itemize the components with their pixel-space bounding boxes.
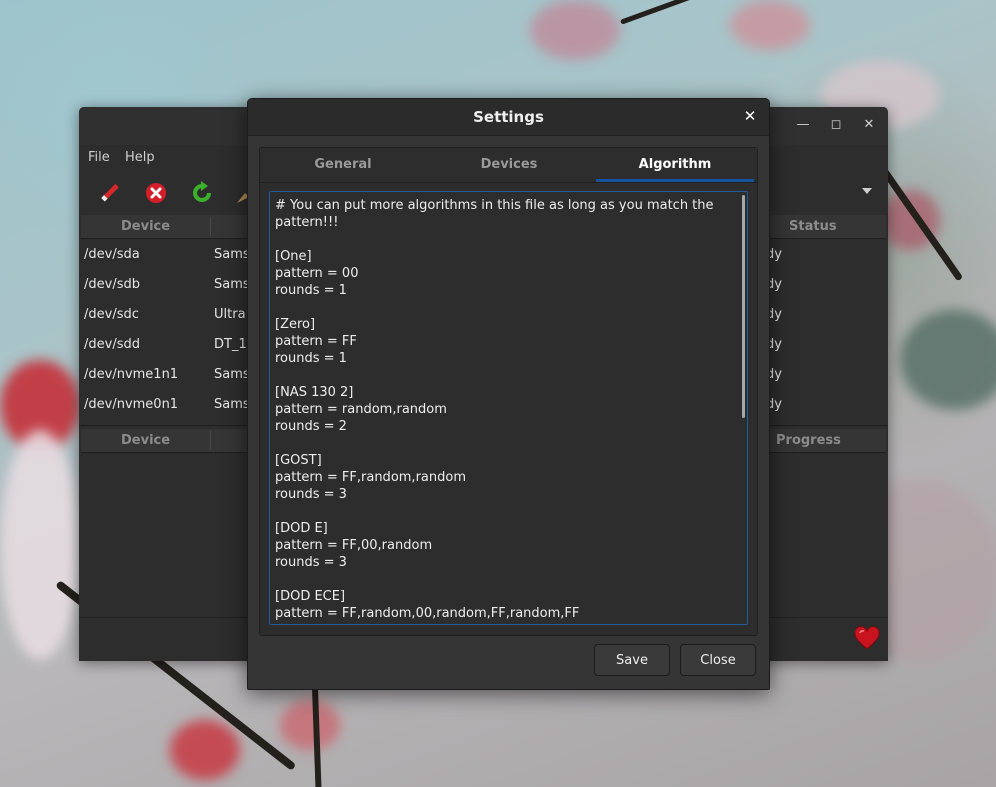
save-button[interactable]: Save [594, 644, 670, 676]
column-separator [210, 431, 211, 450]
minimize-icon[interactable]: — [795, 117, 811, 133]
settings-notebook: General Devices Algorithm # You can put … [259, 147, 758, 636]
device-path: /dev/sdc [84, 307, 139, 322]
device-model: DT_1 [214, 337, 247, 352]
maximize-icon[interactable]: ◻ [828, 117, 844, 133]
settings-dialog: Settings ✕ General Devices Algorithm # Y… [247, 98, 770, 690]
wallpaper-blossom [0, 430, 80, 660]
close-icon[interactable]: ✕ [861, 117, 877, 133]
refresh-icon[interactable] [190, 181, 214, 205]
menu-file[interactable]: File [88, 150, 110, 165]
device-model: Sams [214, 397, 250, 412]
tab-general[interactable]: General [260, 148, 426, 182]
dialog-titlebar: Settings ✕ [248, 99, 769, 136]
close-button[interactable]: Close [680, 644, 756, 676]
wallpaper-leaf [900, 310, 996, 410]
dialog-title: Settings [473, 108, 544, 126]
device-path: /dev/sdb [84, 277, 140, 292]
column-status[interactable]: Status [789, 219, 837, 234]
column-device[interactable]: Device [121, 433, 170, 448]
close-icon[interactable]: ✕ [741, 107, 759, 125]
algorithm-text-editor[interactable]: # You can put more algorithms in this fi… [269, 191, 748, 625]
column-progress[interactable]: Progress [776, 433, 841, 448]
tab-devices[interactable]: Devices [426, 148, 592, 182]
device-model: Sams [214, 367, 250, 382]
device-path: /dev/sda [84, 247, 140, 262]
tab-algorithm[interactable]: Algorithm [592, 148, 758, 182]
algorithm-text[interactable]: # You can put more algorithms in this fi… [275, 197, 737, 624]
wallpaper-blossom [530, 0, 620, 60]
wallpaper-blossom [280, 700, 340, 750]
device-path: /dev/sdd [84, 337, 140, 352]
tab-bar: General Devices Algorithm [260, 148, 757, 183]
menu-help[interactable]: Help [125, 150, 155, 165]
column-device[interactable]: Device [121, 219, 170, 234]
wallpaper-blossom [730, 0, 810, 50]
chevron-down-icon[interactable] [862, 188, 872, 194]
heart-icon[interactable] [854, 626, 880, 652]
cancel-icon[interactable] [144, 181, 168, 205]
wallpaper-blossom [170, 720, 240, 780]
device-model: Ultra [214, 307, 246, 322]
device-path: /dev/nvme0n1 [84, 397, 179, 412]
device-model: Sams [214, 277, 250, 292]
vertical-scrollbar[interactable] [742, 195, 745, 418]
wipe-icon[interactable] [97, 181, 121, 205]
device-model: Sams [214, 247, 250, 262]
device-path: /dev/nvme1n1 [84, 367, 179, 382]
desktop-wallpaper: — ◻ ✕ File Help Device Status /dev/sda S… [0, 0, 996, 787]
column-separator [210, 217, 211, 236]
